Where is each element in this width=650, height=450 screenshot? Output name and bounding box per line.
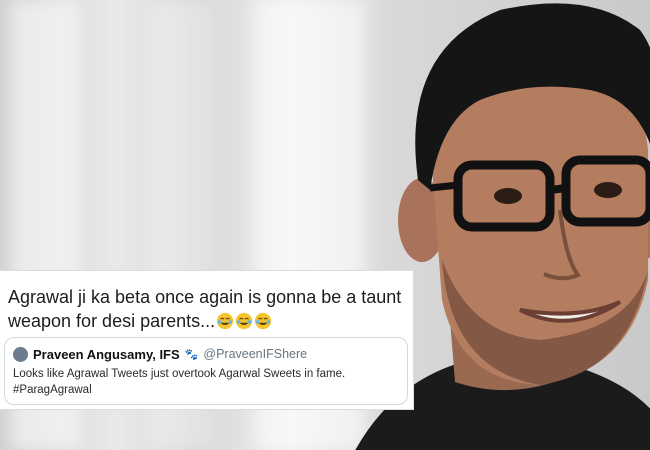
quoted-tweet-text: Looks like Agrawal Tweets just overtook …	[13, 366, 403, 398]
paw-icon: 🐾	[184, 348, 199, 361]
hashtag-link[interactable]: #ParagAgrawal	[13, 382, 403, 398]
face-with-tears-of-joy-icon	[236, 312, 253, 330]
tweet-card: Agrawal ji ka beta once again is gonna b…	[0, 270, 414, 410]
face-with-tears-of-joy-icon	[217, 312, 234, 330]
author-name[interactable]: Praveen Angusamy, IFS	[33, 347, 180, 362]
face-with-tears-of-joy-icon	[255, 312, 272, 330]
quoted-tweet-header: Praveen Angusamy, IFS 🐾 @PraveenIFShere	[13, 346, 307, 362]
quoted-tweet-line: Looks like Agrawal Tweets just overtook …	[13, 368, 346, 380]
quoted-tweet[interactable]: Praveen Angusamy, IFS 🐾 @PraveenIFShere …	[4, 337, 408, 405]
tweet-text: Agrawal ji ka beta once again is gonna b…	[8, 287, 402, 331]
avatar[interactable]	[13, 346, 28, 362]
tweet-body: Agrawal ji ka beta once again is gonna b…	[8, 285, 408, 333]
author-handle[interactable]: @PraveenIFShere	[203, 347, 307, 361]
